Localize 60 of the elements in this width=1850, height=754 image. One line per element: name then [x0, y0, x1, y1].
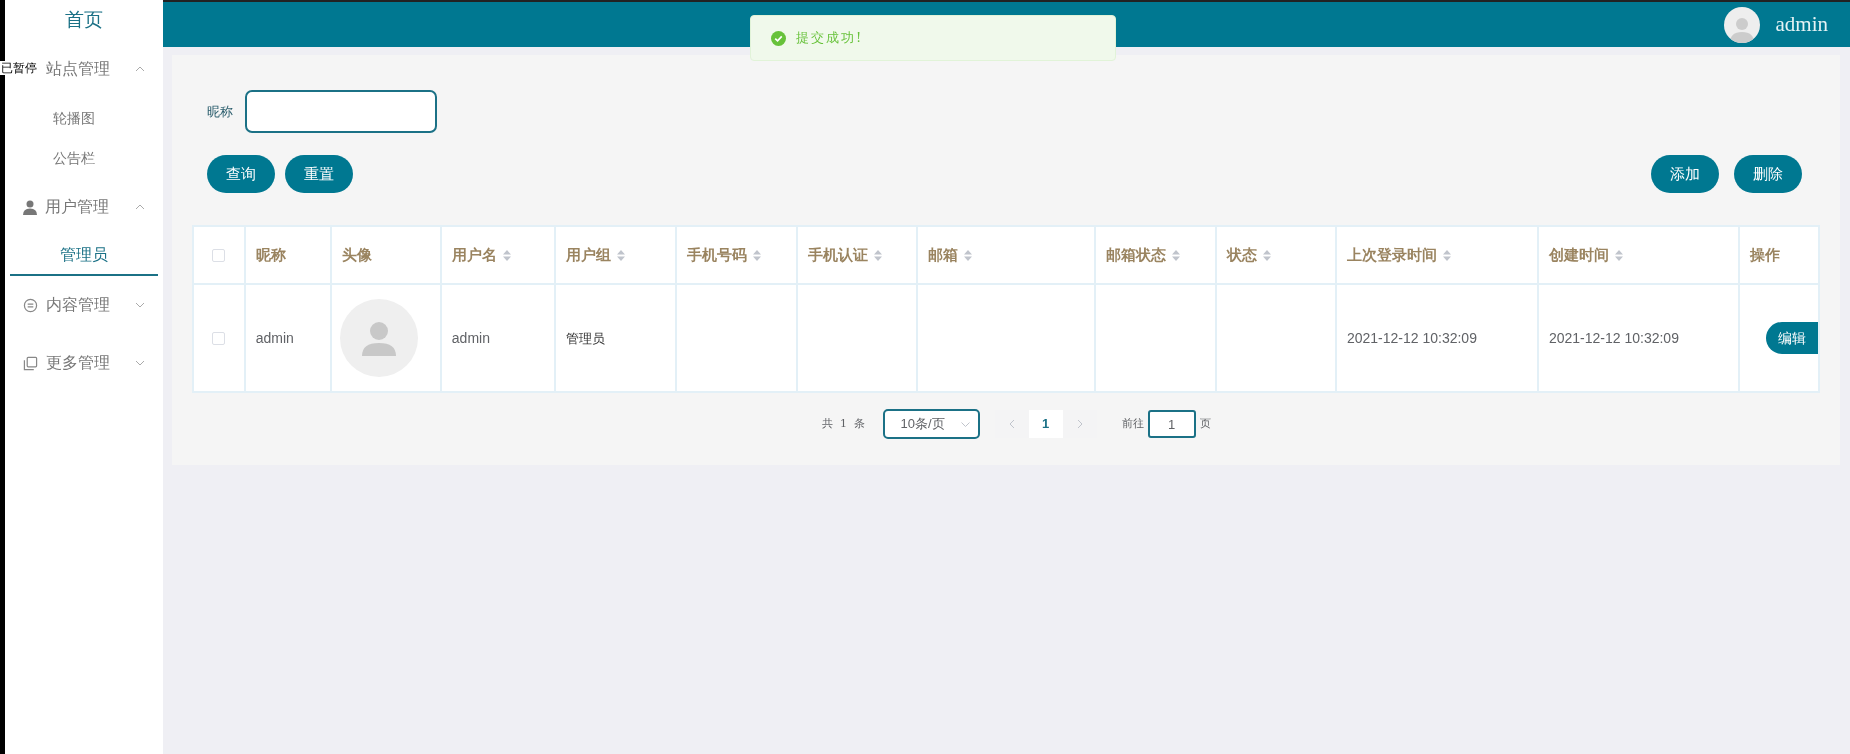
nickname-input[interactable] [245, 90, 437, 133]
person-icon [23, 199, 37, 215]
column-header[interactable]: 手机号码 [686, 245, 747, 263]
column-header: 头像 [341, 245, 372, 263]
home-link[interactable]: 首页 [5, 0, 163, 40]
speech-bubble-icon [23, 297, 38, 313]
sort-icon[interactable] [964, 250, 973, 262]
sort-icon[interactable] [1263, 250, 1272, 262]
goto-suffix: 页 [1199, 415, 1211, 432]
column-header[interactable]: 邮箱 [928, 245, 959, 263]
menu-item[interactable]: 轮播图 [5, 98, 163, 138]
sort-icon[interactable] [1172, 250, 1181, 262]
goto-label: 前往 [1121, 415, 1144, 432]
page-number[interactable]: 1 [1028, 410, 1063, 438]
table-cell: 2021-12-12 10:32:09 [1346, 329, 1477, 346]
sort-icon[interactable] [752, 250, 761, 262]
table-cell: admin [255, 329, 294, 346]
page-size-select[interactable]: 10条/页 [882, 409, 980, 439]
edit-button[interactable]: 编辑 [1765, 322, 1818, 354]
sort-icon[interactable] [502, 250, 511, 262]
sort-icon[interactable] [873, 250, 882, 262]
column-header[interactable]: 邮箱状态 [1106, 245, 1167, 263]
sort-icon[interactable] [1442, 250, 1451, 262]
column-header[interactable]: 手机认证 [807, 245, 868, 263]
menu-group-label[interactable]: 更多管理 [46, 351, 127, 375]
checkbox[interactable] [212, 332, 226, 346]
toast-message: 提交成功! [796, 29, 864, 48]
action-button[interactable]: 添加 [1651, 155, 1719, 193]
column-header[interactable]: 上次登录时间 [1346, 245, 1437, 263]
chevron-right-icon [1076, 419, 1083, 429]
sort-icon[interactable] [1614, 250, 1623, 262]
column-header[interactable]: 用户名 [451, 245, 497, 263]
column-header[interactable]: 创建时间 [1548, 245, 1609, 263]
column-header[interactable]: 用户组 [566, 245, 612, 263]
menu-group-label[interactable]: 站点管理 [46, 57, 127, 81]
action-button[interactable]: 重置 [285, 155, 353, 193]
menu-item[interactable]: 公告栏 [5, 138, 163, 178]
table-cell: 管理员 [566, 330, 606, 346]
column-header: 昵称 [255, 245, 286, 263]
table-cell: admin [451, 329, 490, 346]
column-header: 操作 [1749, 245, 1780, 263]
user-name[interactable]: admin [1775, 8, 1828, 41]
paused-label: 已暂停 [0, 61, 38, 75]
action-button[interactable]: 删除 [1734, 155, 1802, 193]
sort-icon[interactable] [617, 250, 626, 262]
chevron-down-icon [960, 421, 970, 427]
avatar-icon[interactable] [1723, 6, 1760, 43]
action-button[interactable]: 查询 [207, 155, 275, 193]
checkbox[interactable] [212, 249, 226, 263]
total-count: 共 1 条 [821, 415, 868, 432]
menu-item[interactable]: 管理员 [10, 236, 158, 276]
table-cell: 2021-12-12 10:32:09 [1548, 329, 1679, 346]
column-header[interactable]: 状态 [1227, 245, 1258, 263]
success-icon [771, 30, 786, 46]
chevron-left-icon [1008, 419, 1015, 429]
field-label: 昵称 [207, 102, 233, 121]
menu-group-label[interactable]: 用户管理 [45, 195, 127, 219]
page-input[interactable]: 1 [1147, 410, 1196, 438]
menu-group-label[interactable]: 内容管理 [46, 293, 127, 317]
copy-icon [23, 355, 38, 371]
